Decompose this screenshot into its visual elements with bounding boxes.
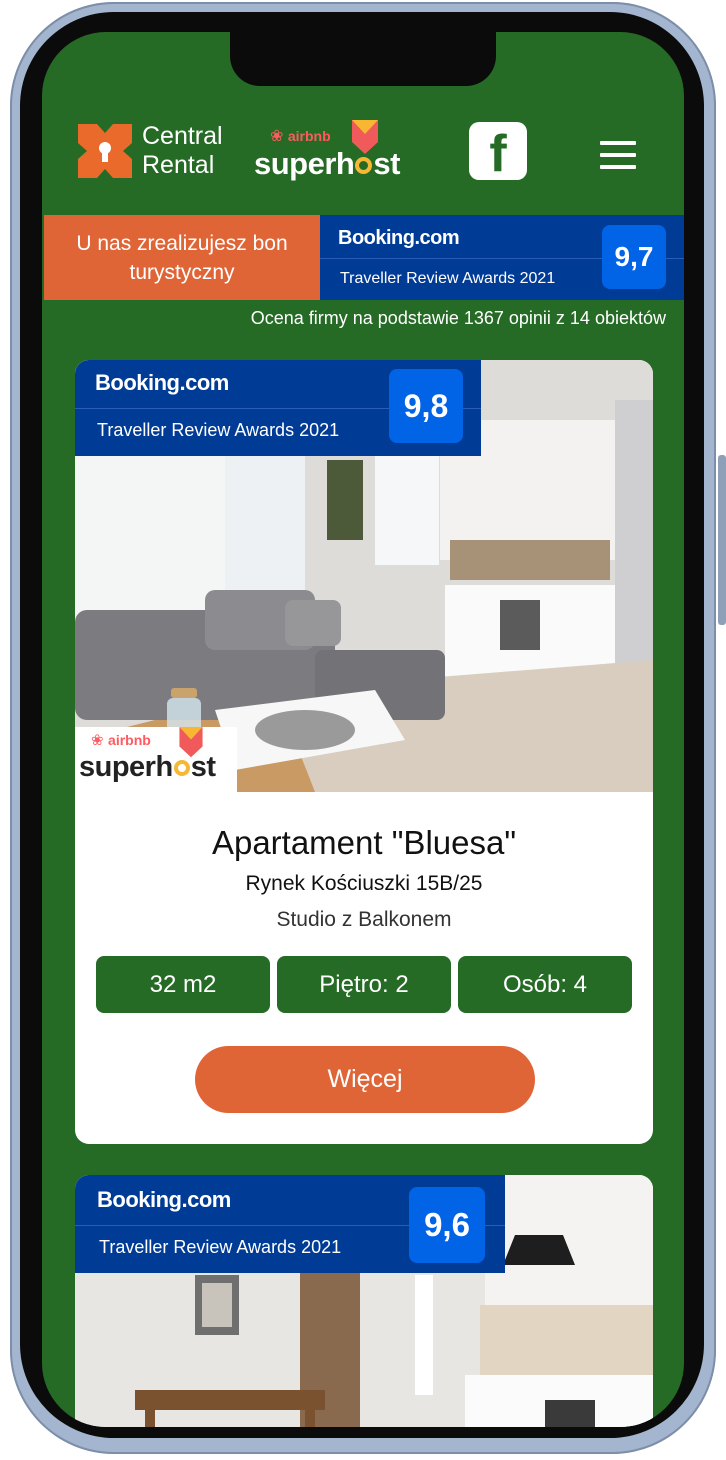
listing-area-chip: 32 m2 [96,956,270,1013]
phone-side-button [718,455,726,625]
listing-type: Studio z Balkonem [276,908,452,931]
promo-line2: turystyczny [129,260,235,284]
tourist-voucher-banner[interactable]: U nas zrealizujesz bon turystyczny [44,215,320,300]
superhost-header-badge[interactable]: ❀ airbnb superh st [254,120,414,184]
booking-brand: Booking.com [338,227,460,249]
booking-brand: Booking.com [95,370,229,395]
airbnb-label: airbnb [287,128,331,144]
hamburger-menu-icon[interactable] [600,141,636,171]
brand-name-line1: Central [142,122,223,150]
airbnb-icon: ❀ [91,732,104,749]
listing-photo[interactable]: Booking.com Traveller Review Awards 2021… [75,360,653,792]
superhost-o-icon [173,760,190,776]
airbnb-label: airbnb [108,732,151,748]
listing-guests-chip: Osób: 4 [458,956,632,1013]
booking-award: Traveller Review Awards 2021 [97,420,340,440]
listing-card[interactable]: Booking.com Traveller Review Awards 2021… [75,360,653,1144]
superhost-o-icon [355,157,373,174]
listing-title: Apartament "Bluesa" [211,824,517,861]
company-booking-rating: Booking.com Traveller Review Awards 2021… [320,215,684,300]
superhost-wordmark: superh st [254,146,400,181]
company-score-badge: 9,7 [602,225,666,289]
listing-booking-rating: Booking.com Traveller Review Awards 2021… [75,1175,505,1273]
listing-booking-rating: Booking.com Traveller Review Awards 2021… [75,360,481,456]
airbnb-logo: ❀ airbnb [270,126,331,146]
phone-screen: Central Rental ❀ airbnb superh st f U nas… [42,32,684,1427]
facebook-icon[interactable]: f [469,122,527,183]
central-rental-logo-icon[interactable] [78,124,132,178]
brand-name[interactable]: Central Rental [142,122,223,180]
listing-card[interactable]: Booking.com Traveller Review Awards 2021… [75,1175,653,1427]
booking-brand: Booking.com [97,1187,231,1212]
brand-name-line2: Rental [142,151,215,179]
listing-floor-chip: Piętro: 2 [277,956,451,1013]
company-rating-note: Ocena firmy na podstawie 1367 opinii z 1… [250,308,666,328]
listing-score-badge: 9,6 [409,1187,485,1263]
airbnb-logo: ❀ airbnb [91,731,151,750]
promo-line1: U nas zrealizujesz bon [76,231,288,255]
listing-address: Rynek Kościuszki 15B/25 [245,872,483,895]
listing-score-badge: 9,8 [389,369,463,443]
booking-award: Traveller Review Awards 2021 [99,1237,342,1257]
airbnb-icon: ❀ [270,128,284,145]
booking-award: Traveller Review Awards 2021 [340,270,556,287]
superhost-wordmark: superh st [79,751,216,783]
listing-superhost-badge: ❀ airbnb superh st [75,727,237,792]
phone-notch [230,32,496,86]
more-button[interactable]: Więcej [195,1046,535,1113]
